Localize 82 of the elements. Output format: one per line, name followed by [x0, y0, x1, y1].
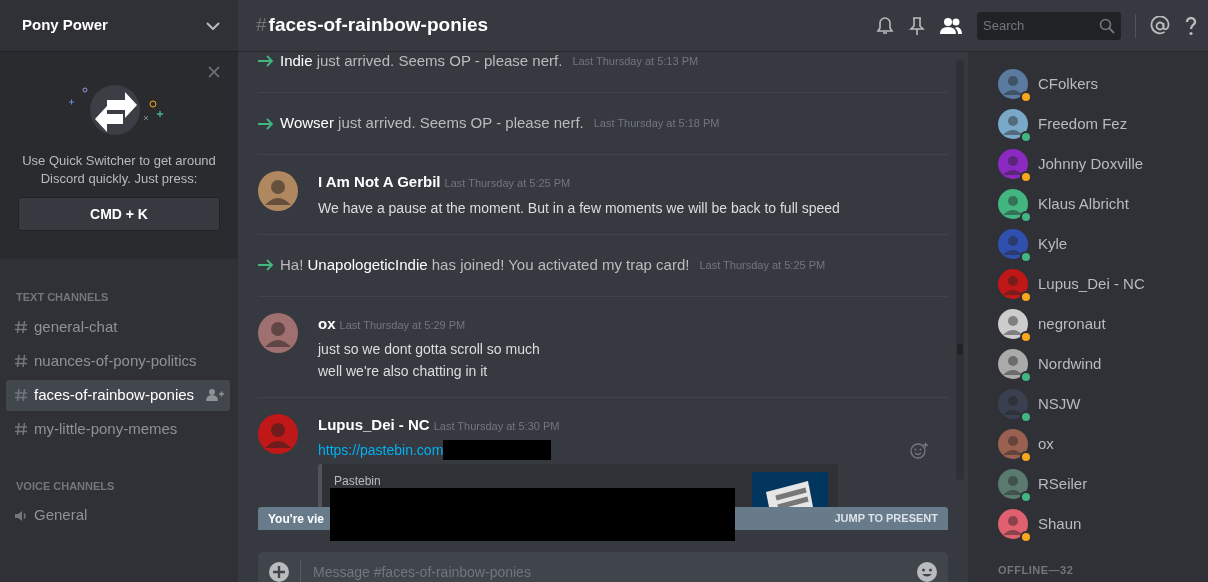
avatar: [258, 312, 298, 353]
search-field[interactable]: Search: [977, 11, 1121, 40]
avatar: [258, 171, 298, 211]
avatar: [998, 509, 1028, 539]
avatar: [998, 229, 1028, 259]
author-name[interactable]: ox: [318, 312, 336, 335]
channel-item[interactable]: faces-of-rainbow-ponies: [6, 379, 230, 411]
hash-icon: [14, 354, 28, 368]
member-item[interactable]: Klaus Albricht: [998, 184, 1208, 224]
search-icon: [1099, 17, 1115, 34]
server-name[interactable]: Pony Power: [22, 14, 108, 37]
avatar: [998, 429, 1028, 459]
channel-name: general-chat: [34, 316, 119, 337]
channel-item[interactable]: my-little-pony-memes: [6, 413, 230, 445]
member-item[interactable]: NSJW: [998, 384, 1208, 424]
channel-item[interactable]: General: [6, 500, 230, 531]
avatar: [258, 414, 298, 454]
member-item[interactable]: RSeiler: [998, 464, 1208, 504]
arrow-right-icon: [258, 117, 274, 130]
arrow-right-icon: [258, 259, 274, 271]
author-name[interactable]: Lupus_Dei - NC: [318, 414, 430, 437]
pin-icon[interactable]: [909, 15, 925, 36]
avatar: [998, 69, 1028, 99]
channel-name: faces-of-rainbow-ponies: [34, 384, 196, 405]
avatar: [998, 189, 1028, 219]
member-item[interactable]: Shaun: [998, 504, 1208, 544]
bell-icon[interactable]: [875, 15, 895, 36]
member-item[interactable]: Johnny Doxville: [998, 144, 1208, 184]
timestamp: Last Thursday at 5:29 PM: [339, 317, 466, 333]
member-item[interactable]: ox: [998, 424, 1208, 464]
banner-text: You're vie: [268, 510, 324, 528]
message-text: We have a pause at the moment. But in a few moments we will be back to full speed: [318, 198, 841, 218]
avatar: [998, 469, 1028, 499]
help-icon[interactable]: [1184, 15, 1198, 36]
members-icon[interactable]: [939, 16, 963, 35]
member-item[interactable]: negronaut: [998, 304, 1208, 344]
avatar: [998, 269, 1028, 299]
emoji-icon[interactable]: [916, 561, 938, 582]
emoji-add-icon[interactable]: [910, 441, 928, 459]
timestamp: Last Thursday at 5:25 PM: [444, 176, 571, 191]
chevron-down-icon[interactable]: [206, 21, 220, 30]
add-member-icon[interactable]: [206, 388, 224, 402]
section-header: OFFLINE—32: [998, 563, 1075, 578]
avatar: [998, 149, 1028, 179]
add-icon[interactable]: [268, 561, 290, 582]
avatar: [998, 109, 1028, 139]
close-icon[interactable]: [208, 66, 220, 78]
avatar: [998, 349, 1028, 379]
timestamp: Last Thursday at 5:25 PM: [699, 257, 826, 273]
link[interactable]: https://pastebin.com: [318, 439, 444, 461]
channel-item[interactable]: general-chat: [6, 311, 230, 343]
member-item[interactable]: Kyle: [998, 224, 1208, 264]
hash-icon: [14, 320, 28, 334]
channel-name: nuances-of-pony-politics: [34, 350, 198, 371]
channel-item[interactable]: nuances-of-pony-politics: [6, 345, 230, 377]
member-item[interactable]: Lupus_Dei - NC: [998, 264, 1208, 304]
timestamp: Last Thursday at 5:18 PM: [593, 116, 720, 132]
member-item[interactable]: CFolkers: [998, 64, 1208, 104]
embed-provider: Pastebin: [334, 472, 382, 490]
avatar: [998, 389, 1028, 419]
join-message: Ha! UnapologeticIndie has joined! You activated my trap card!: [280, 254, 690, 275]
join-message: Wowser just arrived. Seems OP - please nerf.: [280, 113, 584, 134]
tip-text: Use Quick Switcher to get around Discord quickly. Just press:: [21, 152, 217, 188]
hash-icon: [14, 388, 28, 402]
channel-name: General: [34, 505, 89, 526]
join-message: Indie just arrived. Seems OP - please nerf.: [280, 52, 563, 71]
scrollbar-thumb[interactable]: [957, 344, 963, 355]
timestamp: Last Thursday at 5:13 PM: [572, 53, 699, 69]
hash-icon: [14, 422, 28, 436]
mention-icon[interactable]: [1150, 15, 1170, 36]
avatar: [998, 309, 1028, 339]
member-item[interactable]: Nordwind: [998, 344, 1208, 384]
speaker-icon: [14, 508, 28, 523]
arrow-right-icon: [258, 55, 274, 67]
channel-name: my-little-pony-memes: [34, 418, 179, 439]
message-text: just so we dont gotta scroll so much: [318, 340, 541, 359]
message-text: well we're also chatting in it: [318, 362, 489, 381]
shortcut-button[interactable]: CMD + K: [18, 197, 220, 231]
member-item[interactable]: Freedom Fez: [998, 104, 1208, 144]
author-name[interactable]: I Am Not A Gerbil: [318, 171, 441, 194]
channel-title: #faces-of-rainbow-ponies: [256, 13, 490, 38]
timestamp: Last Thursday at 5:30 PM: [433, 419, 560, 434]
